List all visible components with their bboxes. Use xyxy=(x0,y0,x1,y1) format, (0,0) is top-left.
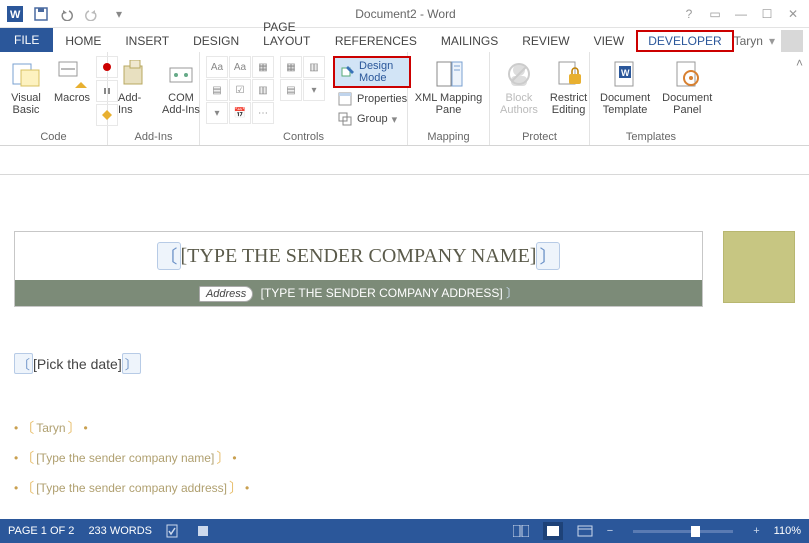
legacy-controls[interactable]: ▦ ▥ ▤ ▾ xyxy=(280,56,325,101)
avatar[interactable] xyxy=(781,30,803,52)
svg-text:W: W xyxy=(10,9,21,21)
plain-text-control-icon[interactable]: Aa xyxy=(229,56,251,78)
legacy-activex-icon[interactable]: ▥ xyxy=(303,56,325,78)
date-picker-control-icon[interactable]: 📅 xyxy=(229,102,251,124)
date-value[interactable]: [Pick the date] xyxy=(33,356,122,372)
read-mode-icon[interactable] xyxy=(513,525,529,537)
address-tag[interactable]: Address xyxy=(199,286,253,302)
cc-close-bracket-icon: 〕 xyxy=(506,286,518,300)
restrict-editing-button[interactable]: Restrict Editing xyxy=(546,56,591,118)
properties-button[interactable]: Properties xyxy=(333,90,411,108)
checkbox-control-icon[interactable]: ☑ xyxy=(229,79,251,101)
sender-address-content-control[interactable]: [TYPE THE SENDER COMPANY ADDRESS] xyxy=(261,286,503,300)
tab-page-layout[interactable]: PAGE LAYOUT xyxy=(251,16,323,52)
controls-gallery[interactable]: Aa Aa ▦ ▤ ☑ ▥ ▾ 📅 ⋯ xyxy=(206,56,274,124)
group-icon xyxy=(337,111,353,127)
sender-company-title[interactable]: [TYPE THE SENDER COMPANY NAME] xyxy=(181,245,537,268)
sender-name-field[interactable]: •〔Taryn〕• xyxy=(14,418,795,438)
tab-insert[interactable]: INSERT xyxy=(113,30,181,52)
cc-close-bracket-icon: 〕 xyxy=(122,353,141,374)
document-panel-button[interactable]: Document Panel xyxy=(658,56,716,118)
properties-icon xyxy=(337,91,353,107)
status-words[interactable]: 233 WORDS xyxy=(88,525,152,537)
group-protect-label: Protect xyxy=(496,130,583,143)
sender-company-content-control[interactable]: 〔 [TYPE THE SENDER COMPANY NAME] 〕 xyxy=(157,242,561,270)
accent-box xyxy=(723,231,795,303)
addins-button[interactable]: Add-Ins xyxy=(114,56,154,118)
zoom-in-icon[interactable]: + xyxy=(753,525,759,537)
group-button[interactable]: Group▾ xyxy=(333,110,411,128)
com-addins-button[interactable]: COM Add-Ins xyxy=(158,56,204,118)
user-name[interactable]: Taryn xyxy=(734,34,763,48)
group-mapping-label: Mapping xyxy=(414,130,483,143)
tab-review[interactable]: REVIEW xyxy=(510,30,581,52)
tab-view[interactable]: VIEW xyxy=(582,30,637,52)
cc-close-bracket-icon: 〕 xyxy=(536,242,560,270)
word-app-icon: W xyxy=(4,3,26,25)
legacy-form-icon[interactable]: ▤ xyxy=(280,79,302,101)
picture-control-icon[interactable]: ▦ xyxy=(252,56,274,78)
qat-dropdown-icon[interactable]: ▾ xyxy=(108,3,130,25)
date-picker-content-control[interactable]: 〔 [Pick the date] 〕 xyxy=(14,353,141,374)
cc-open-bracket-icon: 〔 xyxy=(157,242,181,270)
legacy-more-icon[interactable]: ▾ xyxy=(303,79,325,101)
visual-basic-button[interactable]: Visual Basic xyxy=(6,56,46,118)
tab-file[interactable]: FILE xyxy=(0,28,53,52)
print-layout-icon[interactable] xyxy=(543,522,563,540)
group-templates-label: Templates xyxy=(596,130,706,143)
repeating-control-icon[interactable]: ⋯ xyxy=(252,102,274,124)
xml-mapping-pane-button[interactable]: XML Mapping Pane xyxy=(411,56,486,118)
group-addins-label: Add-Ins xyxy=(114,130,193,143)
rich-text-control-icon[interactable]: Aa xyxy=(206,56,228,78)
close-icon[interactable]: ✕ xyxy=(785,7,801,21)
tab-developer[interactable]: DEVELOPER xyxy=(636,30,733,52)
cc-open-bracket-icon: 〔 xyxy=(14,353,33,374)
design-mode-button[interactable]: Design Mode xyxy=(333,56,411,88)
dropdown-control-icon[interactable]: ▾ xyxy=(206,102,228,124)
design-mode-icon xyxy=(341,64,355,80)
window-title: Document2 - Word xyxy=(130,7,681,21)
tab-mailings[interactable]: MAILINGS xyxy=(429,30,510,52)
macros-button[interactable]: Macros xyxy=(50,56,94,106)
help-icon[interactable]: ? xyxy=(681,7,697,21)
sender-address-field[interactable]: •〔[Type the sender company address]〕• xyxy=(14,478,795,498)
web-layout-icon[interactable] xyxy=(577,525,593,537)
redo-icon[interactable] xyxy=(82,3,104,25)
document-page[interactable]: 〔 [TYPE THE SENDER COMPANY NAME] 〕 Addre… xyxy=(0,174,809,516)
group-code-label: Code xyxy=(6,130,101,143)
block-authors-button[interactable]: Block Authors xyxy=(496,56,542,118)
save-icon[interactable] xyxy=(30,3,52,25)
maximize-icon[interactable]: ☐ xyxy=(759,7,775,21)
status-page[interactable]: PAGE 1 OF 2 xyxy=(8,525,74,537)
spellcheck-icon[interactable] xyxy=(166,524,182,538)
legacy-tools-icon[interactable]: ▦ xyxy=(280,56,302,78)
tab-design[interactable]: DESIGN xyxy=(181,30,251,52)
document-template-button[interactable]: W Document Template xyxy=(596,56,654,118)
collapse-ribbon-icon[interactable]: ˄ xyxy=(790,52,809,145)
sender-company-field[interactable]: •〔[Type the sender company name]〕• xyxy=(14,448,795,468)
minimize-icon[interactable]: — xyxy=(733,7,749,21)
group-controls-label: Controls xyxy=(206,130,401,143)
tab-references[interactable]: REFERENCES xyxy=(323,30,429,52)
zoom-level[interactable]: 110% xyxy=(774,525,801,537)
building-block-control-icon[interactable]: ▤ xyxy=(206,79,228,101)
ribbon-options-icon[interactable]: ▭ xyxy=(707,7,723,21)
combobox-control-icon[interactable]: ▥ xyxy=(252,79,274,101)
zoom-out-icon[interactable]: − xyxy=(607,525,613,537)
zoom-slider[interactable] xyxy=(633,530,733,533)
macro-recording-status-icon[interactable] xyxy=(196,524,210,538)
undo-icon[interactable] xyxy=(56,3,78,25)
svg-text:W: W xyxy=(621,68,630,78)
tab-home[interactable]: HOME xyxy=(53,30,113,52)
